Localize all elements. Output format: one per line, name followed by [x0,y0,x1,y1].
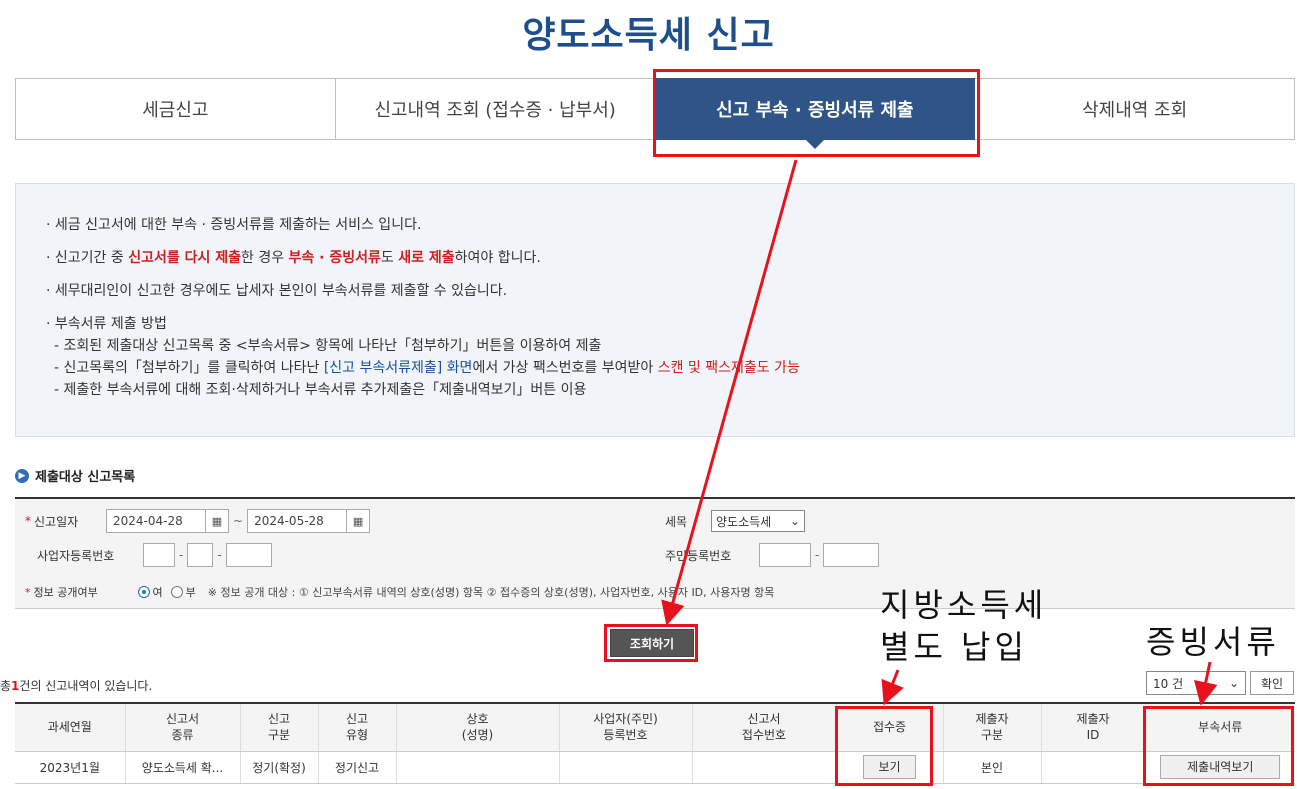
date-from-input[interactable]: 2024-04-28 [106,509,206,533]
disclose-label: 정보 공개여부 [33,586,98,599]
col-header: 사업자(주민) 등록번호 [558,702,692,752]
info-method-title: · 부속서류 제출 방법 [46,316,167,332]
tax-type-row: 세목 양도소득세 ⌄ [665,508,805,534]
biz-no-input-1[interactable] [143,543,175,567]
chevron-down-icon: ⌄ [1228,676,1239,690]
cell-div: 정기(확정) [239,751,318,784]
col-header: 제출자 ID [1040,702,1145,752]
col-header: 과세연월 [15,702,125,752]
tax-type-label: 세목 [665,514,688,529]
cell-period: 2023년1월 [15,751,125,784]
highlight-box-tab [653,69,980,157]
info-box: · 세금 신고서에 대한 부속 · 증빙서류를 제출하는 서비스 입니다. · … [15,183,1295,437]
table-header-row: 과세연월 신고서 종류 신고 구분 신고 유형 상호 (성명) 사업자(주민) … [15,702,1295,752]
cell-form: 양도소득세 확... [124,751,240,784]
arrow-to-receipt [881,669,904,706]
disclose-yes-radio[interactable] [137,586,150,598]
annotation-docs: 증빙서류 [1146,623,1280,661]
disclose-no-radio[interactable] [170,586,183,598]
arrow-circle-icon: ▶ [15,468,29,483]
highlight-box-docs [1143,706,1294,786]
rrn-input-1[interactable] [759,543,811,567]
tax-type-select[interactable]: 양도소득세 ⌄ [711,510,805,532]
info-method: · 부속서류 제출 방법 - 조회된 제출대상 신고목록 중 <부속서류> 항목… [46,313,1264,401]
result-count: 총1건의 신고내역이 있습니다. [0,679,153,693]
confirm-button[interactable]: 확인 [1250,671,1294,695]
cell-submitter: 본인 [942,751,1041,784]
report-table: 과세연월 신고서 종류 신고 구분 신고 유형 상호 (성명) 사업자(주민) … [15,702,1295,784]
col-header: 신고서 접수번호 [691,702,836,752]
calendar-icon[interactable]: ▦ [205,509,229,533]
biz-no-label: 사업자등록번호 [37,548,115,563]
info-line: · 세무대리인이 신고한 경우에도 납세자 본인이 부속서류를 제출할 수 있습… [46,283,508,299]
biz-no-input-3[interactable] [225,543,272,567]
page-size-select[interactable]: 10 건 ⌄ [1146,671,1246,695]
cell-submitter-id [1040,751,1145,784]
table-row: 2023년1월 양도소득세 확... 정기(확정) 정기신고 보기 본인 제출내… [15,751,1295,784]
info-sub-line: - 제출한 부속서류에 대해 조회·삭제하거나 부속서류 추가제출은「제출내역보… [54,382,587,398]
biz-no-row: 사업자등록번호 - - [37,542,272,568]
annotation-local-tax-2: 별도 납입 [880,628,1028,666]
highlight-box-receipt [835,706,933,786]
col-header: 신고서 종류 [124,702,240,752]
tab-deleted-history[interactable]: 삭제내역 조회 [974,78,1295,140]
chevron-down-icon: ⌄ [789,514,800,528]
search-form: * 신고일자 2024-04-28 ▦ ~ 2024-05-28 ▦ 세목 양도… [15,497,1295,609]
page-title: 양도소득세 신고 [522,15,775,56]
col-header: 신고 유형 [317,702,396,752]
cell-regno [558,751,692,784]
tab-tax-report[interactable]: 세금신고 [15,78,336,140]
cell-type: 정기신고 [317,751,396,784]
tab-report-history[interactable]: 신고내역 조회 (접수증 · 납부서) [334,78,656,140]
annotation-local-tax-1: 지방소득세 [880,586,1048,624]
col-header: 제출자 구분 [942,702,1041,752]
rrn-input-2[interactable] [823,543,880,567]
highlight-box-search [604,624,698,662]
date-row: * 신고일자 2024-04-28 ▦ ~ 2024-05-28 ▦ [25,508,371,534]
col-header: 신고 구분 [239,702,318,752]
cell-receipt-no [691,751,836,784]
date-to-input[interactable]: 2024-05-28 [247,509,348,533]
calendar-icon[interactable]: ▦ [346,509,371,533]
info-sub-line: - 신고목록의「첨부하기」를 클릭하여 나타난 [신고 부속서류제출] 화면에서… [54,360,800,376]
disclose-row: * 정보 공개여부 여 부 ※ 정보 공개 대상 : ① 신고부속서류 내역의 … [25,585,775,600]
info-line: · 세금 신고서에 대한 부속 · 증빙서류를 제출하는 서비스 입니다. [46,217,422,233]
date-label: 신고일자 [34,514,79,529]
disclose-note: ※ 정보 공개 대상 : ① 신고부속서류 내역의 상호(성명) 항목 ② 접수… [207,586,775,599]
rrn-row: 주민등록번호 - [665,542,880,568]
cell-name [395,751,559,784]
biz-no-input-2[interactable] [187,543,214,567]
info-sub-line: - 조회된 제출대상 신고목록 중 <부속서류> 항목에 나타난「첨부하기」버튼… [54,338,602,354]
rrn-label: 주민등록번호 [665,548,732,563]
info-line: · 신고기간 중 신고서를 다시 제출한 경우 부속 · 증빙서류도 새로 제출… [46,250,541,266]
col-header: 상호 (성명) [395,702,559,752]
section-title: ▶ 제출대상 신고목록 [15,466,135,485]
